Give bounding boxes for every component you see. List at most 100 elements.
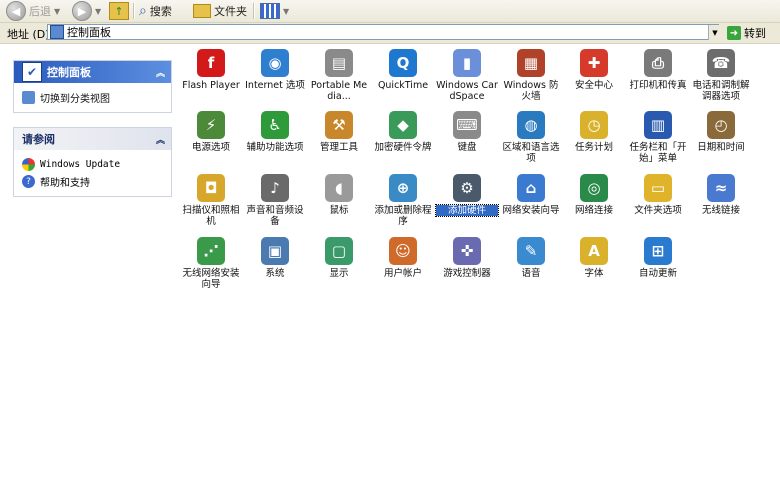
control-panel-item-label: 电话和调制解调器选项 [692,80,750,102]
folders-button[interactable]: 文件夹 [193,1,247,21]
printer-icon: ⎙ [644,49,672,77]
up-folder-button[interactable]: ↑ [109,1,129,21]
control-panel-item-label: Windows 防火墙 [503,80,559,102]
control-panel-item-label: QuickTime [377,80,429,91]
control-panel-item-label: 区域和语言选项 [502,142,560,164]
collapse-icon[interactable]: ︽ [156,66,165,79]
control-panel-item[interactable]: ⚡ 电源选项 [180,111,242,153]
display-icon: ▢ [325,237,353,265]
search-icon: ⌕ [139,3,147,19]
portable-media-icon: ▤ [325,49,353,77]
cardspace-icon: ▮ [453,49,481,77]
mouse-icon: ◖ [325,174,353,202]
control-panel-item[interactable]: ◉ Internet 选项 [244,49,306,91]
control-panel-item-label: 任务栏和「开始」菜单 [629,142,687,164]
control-panel-item[interactable]: ♿ 辅助功能选项 [244,111,306,153]
control-panel-item[interactable]: ▣ 系统 [244,237,306,279]
category-view-icon [22,91,35,104]
security-center-icon: ✚ [580,49,608,77]
control-panel-item[interactable]: ◍ 区域和语言选项 [500,111,562,164]
control-panel-item[interactable]: ◷ 任务计划 [563,111,625,153]
chevron-down-icon: ▼ [283,6,290,16]
add-hardware-icon: ⚙ [453,174,481,202]
control-panel-item[interactable]: ✎ 语音 [500,237,562,279]
control-panel-item[interactable]: ◆ 加密硬件令牌 [372,111,434,153]
control-panel-item-label: 加密硬件令牌 [374,142,432,153]
sound-icon: ♪ [261,174,289,202]
control-panel-item[interactable]: ⎙ 打印机和传真 [627,49,689,91]
views-button[interactable]: ▼ [260,1,289,21]
control-panel-item[interactable]: ✜ 游戏控制器 [436,237,498,279]
see-also-pane-header[interactable]: 请参阅 ︽ [14,128,171,150]
regional-icon: ◍ [517,111,545,139]
control-panel-item-label: 语音 [521,268,541,279]
control-panel-item[interactable]: ⊞ 自动更新 [627,237,689,279]
control-panel-item[interactable]: ☺ 用户帐户 [372,237,434,279]
back-arrow-icon: ◀ [6,1,26,21]
control-panel-icon: ✔ [22,62,42,82]
wireless-setup-icon: ⋰ [197,237,225,265]
control-panel-item-label: 文件夹选项 [634,205,682,216]
network-setup-icon: ⌂ [517,174,545,202]
control-panel-pane-header[interactable]: ✔ 控制面板 ︽ [14,61,171,83]
control-panel-item-label: Windows CardSpace [436,80,498,102]
control-panel-item[interactable]: ⌂ 网络安装向导 [500,174,562,216]
forward-button[interactable]: ▶ ▼ [72,1,101,21]
keyboard-icon: ⌨ [453,111,481,139]
chevron-down-icon: ▼ [54,6,61,16]
wireless-link-icon: ≈ [707,174,735,202]
search-button[interactable]: ⌕ 搜索 [139,1,172,21]
control-panel-item[interactable]: ≈ 无线链接 [690,174,752,216]
scanner-camera-icon: ◘ [197,174,225,202]
control-panel-item[interactable]: ▤ Portable Media... [308,49,370,102]
up-folder-icon: ↑ [109,2,129,20]
control-panel-item-label: 扫描仪和照相机 [182,205,240,227]
control-panel-item-label: 添加或删除程序 [374,205,432,227]
control-panel-item[interactable]: f Flash Player [180,49,242,91]
address-dropdown-button[interactable]: ▼ [708,25,721,40]
folder-options-icon: ▭ [644,174,672,202]
control-panel-item[interactable]: ▢ 显示 [308,237,370,279]
crypto-token-icon: ◆ [389,111,417,139]
power-options-icon: ⚡ [197,111,225,139]
control-panel-item[interactable]: ⌨ 键盘 [436,111,498,153]
control-panel-item[interactable]: ☎ 电话和调制解调器选项 [690,49,752,102]
control-panel-item-label: 日期和时间 [697,142,745,153]
control-panel-item[interactable]: ◴ 日期和时间 [690,111,752,153]
control-panel-item[interactable]: ⚙ 添加硬件 [435,174,499,217]
address-bar: 地址 (D) 控制面板 ▼ ➜ 转到 [0,23,780,44]
control-panel-item-label: 系统 [265,268,285,279]
address-input[interactable]: 控制面板 [47,24,719,40]
control-panel-item[interactable]: ▦ Windows 防火墙 [500,49,562,102]
control-panel-item-label: 鼠标 [329,205,349,216]
windows-update-link[interactable]: Windows Update [22,156,163,173]
control-panel-item[interactable]: ⋰ 无线网络安装向导 [180,237,242,290]
control-panel-item[interactable]: ▭ 文件夹选项 [627,174,689,216]
go-button[interactable]: ➜ 转到 [727,25,766,41]
collapse-icon[interactable]: ︽ [156,133,165,146]
control-panel-item-label: Portable Media... [310,80,368,102]
control-panel-item[interactable]: A 字体 [563,237,625,279]
control-panel-item[interactable]: Q QuickTime [372,49,434,91]
control-panel-item[interactable]: ♪ 声音和音频设备 [244,174,306,227]
date-time-icon: ◴ [707,111,735,139]
control-panel-item[interactable]: ◘ 扫描仪和照相机 [180,174,242,227]
internet-options-icon: ◉ [261,49,289,77]
see-also-pane: 请参阅 ︽ Windows Update ? 帮助和支持 [13,127,172,197]
control-panel-item[interactable]: ▥ 任务栏和「开始」菜单 [627,111,689,164]
back-button[interactable]: ◀ 后退 ▼ [6,1,60,21]
control-panel-item[interactable]: ✚ 安全中心 [563,49,625,91]
control-panel-item-label: 任务计划 [574,142,613,153]
control-panel-item[interactable]: ⊕ 添加或删除程序 [372,174,434,227]
switch-category-view-link[interactable]: 切换到分类视图 [22,89,163,106]
control-panel-item[interactable]: ◖ 鼠标 [308,174,370,216]
control-panel-item-label: 打印机和传真 [629,80,687,91]
help-support-link[interactable]: ? 帮助和支持 [22,173,163,190]
control-panel-item-label: 用户帐户 [383,268,422,279]
control-panel-item-label: Flash Player [182,80,240,91]
control-panel-item[interactable]: ◎ 网络连接 [563,174,625,216]
control-panel-item[interactable]: ⚒ 管理工具 [308,111,370,153]
network-connections-icon: ◎ [580,174,608,202]
control-panel-item[interactable]: ▮ Windows CardSpace [436,49,498,102]
forward-arrow-icon: ▶ [72,1,92,21]
